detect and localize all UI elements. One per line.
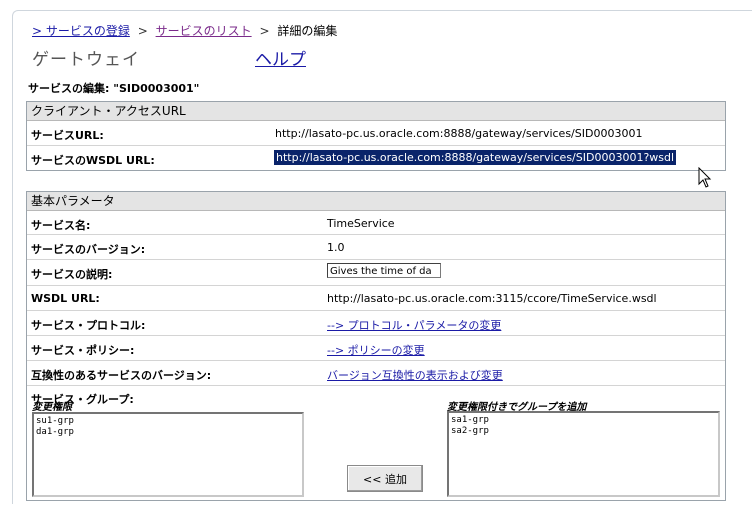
service-version-row: サービスのバージョン: 1.0 [27,235,725,260]
breadcrumb-separator: > [259,24,270,38]
service-url-label: サービスURL: [31,129,104,142]
service-protocol-label: サービス・プロトコル: [31,319,146,332]
breadcrumb: > サービスの登録 > サービスのリスト > 詳細の編集 [32,22,337,39]
wsdl-row: WSDL URL: http://lasato-pc.us.oracle.com… [27,286,725,311]
service-description-label: サービスの説明: [31,268,113,281]
modify-permission-list[interactable]: su1-grp da1-grp [32,412,304,497]
list-item[interactable]: da1-grp [36,427,300,438]
compat-version-link[interactable]: バージョン互換性の表示および変更 [327,367,503,383]
breadcrumb-register-service-link[interactable]: > サービスの登録 [32,24,130,38]
service-name-value: TimeService [327,217,395,230]
service-description-row: サービスの説明: Gives the time of da [27,260,725,286]
change-policy-link[interactable]: --> ポリシーの変更 [327,342,425,358]
service-policy-row: サービス・ポリシー: --> ポリシーの変更 [27,336,725,361]
breadcrumb-current: 詳細の編集 [277,24,338,38]
wsdl-value: http://lasato-pc.us.oracle.com:3115/ccor… [327,292,657,305]
list-item[interactable]: sa2-grp [451,426,716,437]
list-item[interactable]: sa1-grp [451,415,716,426]
add-group-list[interactable]: sa1-grp sa2-grp [447,411,720,497]
wsdl-label: WSDL URL: [31,292,100,305]
compat-version-label: 互換性のあるサービスのバージョン: [31,369,212,382]
edit-service-title: サービスの編集: "SID0003001" [28,82,200,95]
breadcrumb-separator: > [137,24,148,38]
modify-permission-heading: 変更権限 [32,402,72,413]
basic-params-heading: 基本パラメータ [27,192,725,211]
wsdl-url-label: サービスのWSDL URL: [31,154,155,167]
page-title: ゲートウェイ [32,50,140,70]
compat-version-row: 互換性のあるサービスのバージョン: バージョン互換性の表示および変更 [27,361,725,386]
service-name-label: サービス名: [31,219,91,232]
service-url-row: サービスURL: http://lasato-pc.us.oracle.com:… [27,121,725,146]
help-link[interactable]: ヘルプ [255,45,306,70]
service-name-row: サービス名: TimeService [27,211,725,235]
wsdl-url-row: サービスのWSDL URL: http://lasato-pc.us.oracl… [27,146,725,169]
service-policy-label: サービス・ポリシー: [31,344,135,357]
service-protocol-row: サービス・プロトコル: --> プロトコル・パラメータの変更 [27,311,725,336]
breadcrumb-service-list-link[interactable]: サービスのリスト [156,24,252,38]
service-version-label: サービスのバージョン: [31,243,146,256]
service-description-input[interactable]: Gives the time of da [327,263,441,278]
client-access-section: クライアント・アクセスURL サービスURL: http://lasato-pc… [26,101,726,171]
service-url-value: http://lasato-pc.us.oracle.com:8888/gate… [275,127,643,140]
service-version-value: 1.0 [327,241,345,254]
list-item[interactable]: su1-grp [36,416,300,427]
wsdl-url-value[interactable]: http://lasato-pc.us.oracle.com:8888/gate… [274,150,677,165]
client-access-heading: クライアント・アクセスURL [27,102,725,121]
add-button[interactable]: << 追加 [347,465,423,492]
mouse-cursor-icon [698,167,712,188]
change-protocol-link[interactable]: --> プロトコル・パラメータの変更 [327,317,501,333]
